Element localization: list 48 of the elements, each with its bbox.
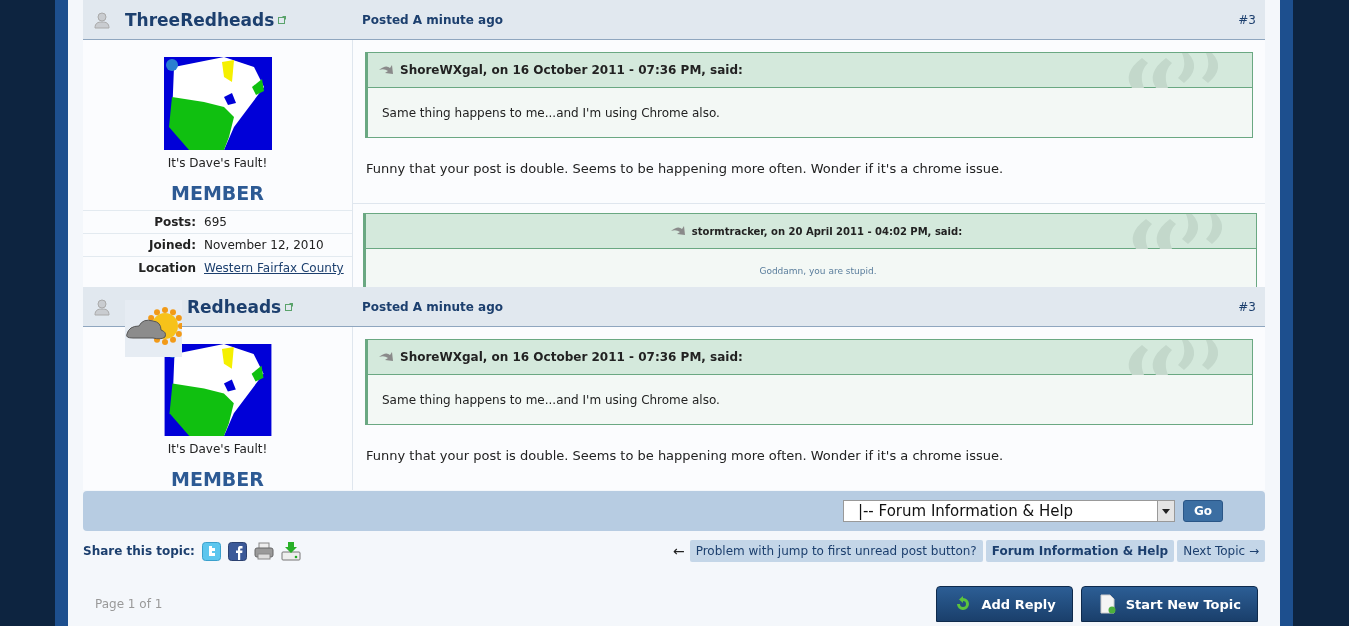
member-group: MEMBER — [171, 182, 264, 204]
refresh-icon — [955, 596, 972, 612]
previous-arrow: ← — [672, 543, 685, 559]
add-reply-button[interactable]: Add Reply — [936, 586, 1073, 622]
user-title: It's Dave's Fault! — [167, 156, 268, 170]
author-link[interactable]: ThreeRedheads — [125, 9, 275, 30]
print-icon[interactable] — [253, 541, 274, 561]
user-icon — [93, 297, 111, 316]
post-number-link[interactable]: #3 — [1238, 299, 1256, 314]
forum-select[interactable]: |-- Forum Information & Help — [842, 500, 1175, 522]
quote-arrow-icon — [378, 351, 394, 363]
user-icon — [93, 10, 111, 29]
member-group: MEMBER — [171, 468, 264, 490]
topic-link[interactable]: Problem with jump to first unread post button? — [689, 540, 983, 562]
quote-text: Same thing happens to me...and I'm using Chrome also. — [382, 105, 720, 120]
share-label: Share this topic: — [83, 544, 195, 558]
quote-text: Goddamn, you are stupid. — [759, 265, 877, 276]
quote-citation: ShoreWXgal, on 16 October 2011 - 07:36 PM, said: — [400, 63, 743, 77]
new-topic-button[interactable]: Start New Topic — [1080, 586, 1258, 622]
new-document-icon — [1099, 594, 1116, 614]
download-icon[interactable] — [280, 541, 301, 561]
post-text: Funny that your post is double. Seems to be happening more often. Wonder if it's a chrome issue. — [365, 161, 1005, 178]
twitter-icon[interactable] — [201, 541, 221, 561]
stat-label: Joined: — [147, 238, 196, 252]
user-title: It's Dave's Fault! — [167, 442, 268, 456]
stat-value: 695 — [204, 215, 228, 229]
post-text: Funny that your post is double. Seems to be happening more often. Wonder if it's a chrome issue. — [365, 448, 1005, 465]
post-number-link[interactable]: #3 — [1238, 12, 1256, 27]
stat-label: Posts: — [153, 215, 196, 229]
location-link[interactable]: Western Fairfax County — [204, 261, 352, 275]
dropdown-caret-icon — [1161, 508, 1170, 514]
forum-link[interactable]: Forum Information & Help — [985, 540, 1175, 562]
quote-arrow-icon — [378, 64, 394, 76]
page-count: Page 1 of 1 — [95, 597, 163, 611]
external-link-icon[interactable] — [278, 15, 287, 24]
author-link[interactable]: Redheads — [187, 296, 282, 317]
quote-arrow-icon — [669, 225, 686, 237]
stat-value: November 12, 2010 — [204, 238, 325, 252]
topic-link[interactable]: Next Topic → — [1177, 540, 1265, 562]
stat-label: Location — [137, 261, 196, 275]
post-date: Posted A minute ago — [362, 12, 504, 27]
quote-citation: ShoreWXgal, on 16 October 2011 - 07:36 PM, said: — [400, 350, 743, 364]
quote-text: Same thing happens to me...and I'm using Chrome also. — [382, 392, 720, 407]
facebook-icon[interactable] — [227, 541, 247, 561]
post-date: Posted A minute ago — [362, 299, 504, 314]
external-link-icon[interactable] — [285, 302, 294, 311]
quote-citation: stormtracker, on 20 April 2011 - 04:02 PM, said: — [691, 225, 963, 237]
go-button[interactable]: Go — [1182, 500, 1223, 522]
